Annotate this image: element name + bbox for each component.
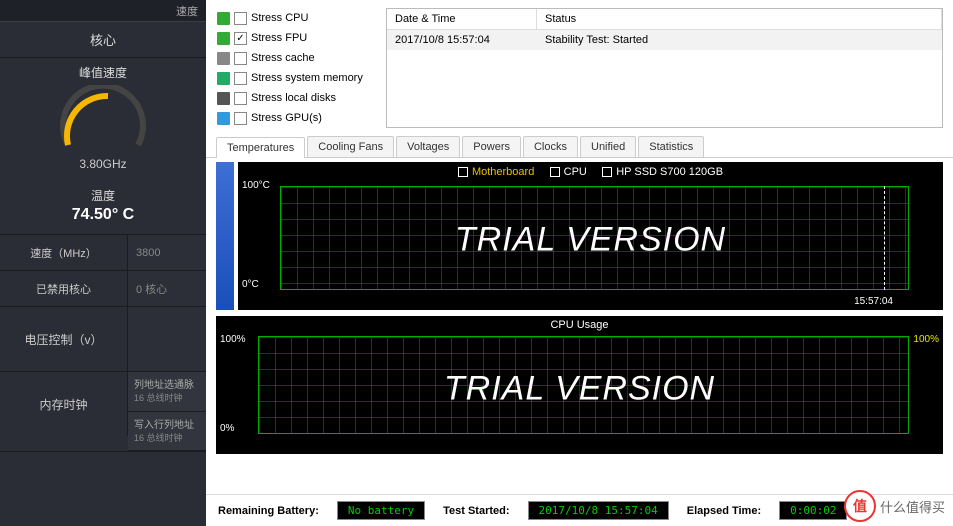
- checkbox[interactable]: [234, 92, 247, 105]
- checkbox[interactable]: ✓: [234, 32, 247, 45]
- log-row[interactable]: 2017/10/8 15:57:04 Stability Test: Start…: [387, 30, 942, 50]
- mem-clock-label[interactable]: 内存时钟: [0, 372, 128, 436]
- stress-label: Stress FPU: [251, 32, 307, 44]
- legend-square-icon: [602, 167, 612, 177]
- tab-cooling-fans[interactable]: Cooling Fans: [307, 136, 394, 157]
- log-head-status: Status: [537, 9, 942, 29]
- yaxis-max-right: 100%: [913, 334, 939, 345]
- status-bar: Remaining Battery: No battery Test Start…: [206, 494, 953, 526]
- tab-bar: TemperaturesCooling FansVoltagesPowersCl…: [206, 132, 953, 158]
- usage-chart-title: CPU Usage: [216, 316, 943, 334]
- time-marker-line: [884, 186, 885, 290]
- stress-label: Stress GPU(s): [251, 112, 322, 124]
- tab-unified[interactable]: Unified: [580, 136, 636, 157]
- gauge-value: 3.80GHz: [79, 157, 126, 171]
- gauge-title: 峰值速度: [79, 64, 127, 81]
- legend-square-icon: [458, 167, 468, 177]
- yaxis-min: 0%: [220, 423, 234, 434]
- mem-item-1[interactable]: 写入行列地址 16 总线时钟: [128, 412, 206, 452]
- stress-label: Stress system memory: [251, 72, 363, 84]
- stress-option-list: Stress CPU ✓ Stress FPU Stress cache Stress …: [216, 8, 378, 128]
- watermark-text: 什么值得买: [880, 497, 945, 516]
- row-speed-mhz[interactable]: 速度（MHz） 3800: [0, 235, 206, 271]
- trial-watermark: TRIAL VERSION: [455, 220, 726, 259]
- temp-value: 74.50° C: [0, 206, 206, 224]
- tab-temperatures[interactable]: Temperatures: [216, 137, 305, 158]
- chart-sidebar-strip[interactable]: [216, 162, 234, 310]
- tab-clocks[interactable]: Clocks: [523, 136, 578, 157]
- stress-option-cache[interactable]: Stress cache: [216, 48, 378, 68]
- battery-label: Remaining Battery:: [218, 505, 319, 517]
- yaxis-min: 0°C: [242, 279, 259, 290]
- checkbox[interactable]: [234, 12, 247, 25]
- stress-option-disk[interactable]: Stress local disks: [216, 88, 378, 108]
- row-disabled-cores[interactable]: 已禁用核心 0 核心: [0, 271, 206, 307]
- stress-label: Stress CPU: [251, 12, 308, 24]
- temp-label: 温度: [0, 187, 206, 204]
- fpu-icon: [216, 31, 230, 45]
- teststart-value: 2017/10/8 15:57:04: [528, 501, 669, 520]
- elapsed-value: 0:00:02: [779, 501, 847, 520]
- cpu-icon: [216, 11, 230, 25]
- sidebar-top-label: 速度: [176, 3, 198, 19]
- trial-watermark: TRIAL VERSION: [444, 369, 715, 408]
- voltage-section-label[interactable]: 电压控制（v）: [0, 307, 128, 371]
- gpu-icon: [216, 111, 230, 125]
- cpu-usage-chart: CPU Usage 100% 0% 100% TRIAL VERSION: [216, 316, 943, 454]
- tab-powers[interactable]: Powers: [462, 136, 521, 157]
- xaxis-time: 15:57:04: [854, 296, 893, 307]
- stress-option-gpu[interactable]: Stress GPU(s): [216, 108, 378, 128]
- core-section-label: 核心: [0, 22, 206, 57]
- speed-gauge: [53, 85, 153, 155]
- main-panel: Stress CPU ✓ Stress FPU Stress cache Stress …: [206, 0, 953, 526]
- battery-value: No battery: [337, 501, 425, 520]
- checkbox[interactable]: [234, 112, 247, 125]
- temperature-chart: Motherboard CPU HP SSD S700 120GB 100°C …: [238, 162, 943, 310]
- stress-option-cpu[interactable]: Stress CPU: [216, 8, 378, 28]
- stress-label: Stress local disks: [251, 92, 336, 104]
- yaxis-max: 100°C: [242, 180, 270, 191]
- mem-item-0[interactable]: 列地址选通脉 16 总线时钟: [128, 372, 206, 412]
- yaxis-max: 100%: [220, 334, 246, 345]
- temp-legend: Motherboard CPU HP SSD S700 120GB: [238, 162, 943, 182]
- mem-icon: [216, 71, 230, 85]
- checkbox[interactable]: [234, 72, 247, 85]
- sidebar: 速度 核心 峰值速度 3.80GHz 温度 74.50° C 速: [0, 0, 206, 526]
- stress-label: Stress cache: [251, 52, 315, 64]
- disk-icon: [216, 91, 230, 105]
- cache-icon: [216, 51, 230, 65]
- teststart-label: Test Started:: [443, 505, 509, 517]
- stress-option-mem[interactable]: Stress system memory: [216, 68, 378, 88]
- legend-square-icon: [550, 167, 560, 177]
- tab-statistics[interactable]: Statistics: [638, 136, 704, 157]
- event-log-table: Date & Time Status 2017/10/8 15:57:04 St…: [386, 8, 943, 128]
- elapsed-label: Elapsed Time:: [687, 505, 761, 517]
- site-watermark: 值 什么值得买: [844, 490, 945, 522]
- tab-voltages[interactable]: Voltages: [396, 136, 460, 157]
- sidebar-top-bar: 速度: [0, 0, 206, 22]
- watermark-badge-icon: 值: [844, 490, 876, 522]
- log-head-datetime: Date & Time: [387, 9, 537, 29]
- stress-option-fpu[interactable]: ✓ Stress FPU: [216, 28, 378, 48]
- checkbox[interactable]: [234, 52, 247, 65]
